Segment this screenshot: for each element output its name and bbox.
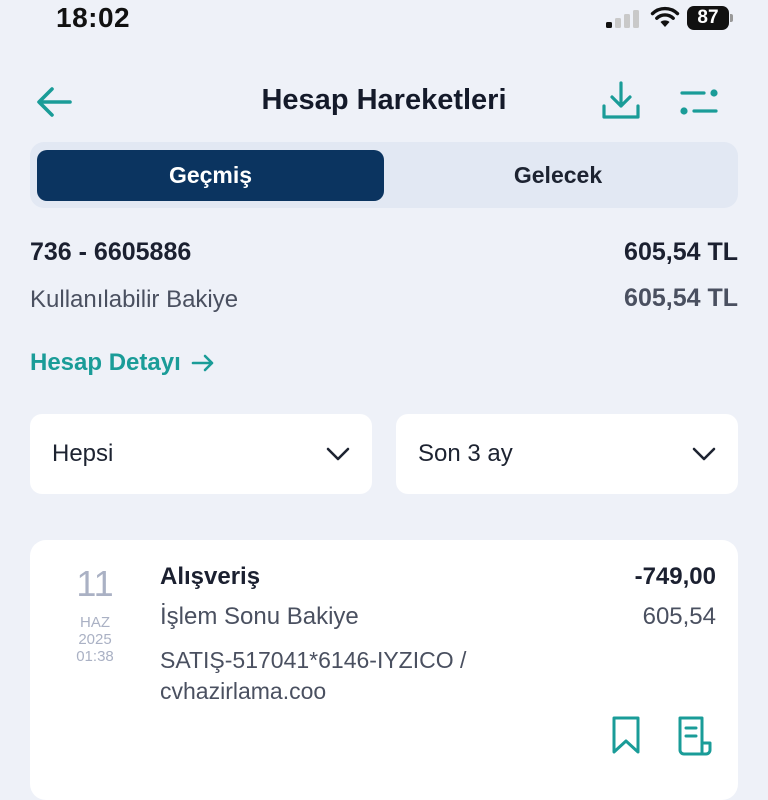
- transaction-time: 01:38: [76, 648, 114, 665]
- transaction-description-line1: SATIŞ-517041*6146-IYZICO /: [160, 647, 467, 673]
- transaction-month: HAZ: [80, 614, 110, 631]
- chevron-down-icon: [326, 447, 350, 461]
- account-detail-label: Hesap Detayı: [30, 349, 181, 376]
- period-value: Son 3 ay: [418, 440, 513, 467]
- tab-past[interactable]: Geçmiş: [37, 150, 384, 201]
- transaction-balance-value: 605,54: [642, 603, 716, 630]
- receipt-icon[interactable]: [676, 715, 714, 757]
- download-icon[interactable]: [600, 80, 642, 122]
- account-detail-link[interactable]: Hesap Detayı: [30, 349, 215, 377]
- transaction-description: SATIŞ-517041*6146-IYZICO / cvhazirlama.c…: [160, 645, 560, 707]
- account-balance: 605,54 TL: [624, 238, 738, 266]
- tab-future[interactable]: Gelecek: [384, 150, 732, 201]
- battery-indicator: 87: [687, 6, 735, 30]
- available-balance-label: Kullanılabilir Bakiye: [30, 286, 239, 313]
- transaction-balance-label: İşlem Sonu Bakiye: [160, 603, 359, 630]
- page-title: Hesap Hareketleri: [261, 84, 507, 116]
- arrow-right-icon: [191, 354, 214, 372]
- battery-level: 87: [697, 7, 719, 28]
- transaction-type-value: Hepsi: [52, 440, 114, 467]
- account-number: 736 - 6605886: [30, 238, 192, 266]
- period-dropdown[interactable]: Son 3 ay: [396, 414, 738, 494]
- filter-icon[interactable]: [678, 86, 720, 118]
- transaction-date-block: HAZ 2025 01:38: [72, 614, 118, 665]
- status-time: 18:02: [56, 2, 131, 33]
- back-arrow-icon[interactable]: [34, 84, 74, 120]
- transaction-title: Alışveriş: [160, 563, 261, 590]
- transaction-day: 11: [76, 563, 114, 604]
- transaction-amount: -749,00: [634, 563, 716, 590]
- cellular-signal-icon: [606, 10, 639, 28]
- available-balance-value: 605,54 TL: [624, 284, 738, 312]
- chevron-down-icon: [692, 447, 716, 461]
- transaction-description-line2: cvhazirlama.coo: [160, 678, 327, 704]
- wifi-icon: [650, 6, 680, 27]
- bookmark-icon[interactable]: [610, 715, 642, 755]
- transaction-type-dropdown[interactable]: Hepsi: [30, 414, 372, 494]
- transaction-year: 2025: [78, 631, 112, 648]
